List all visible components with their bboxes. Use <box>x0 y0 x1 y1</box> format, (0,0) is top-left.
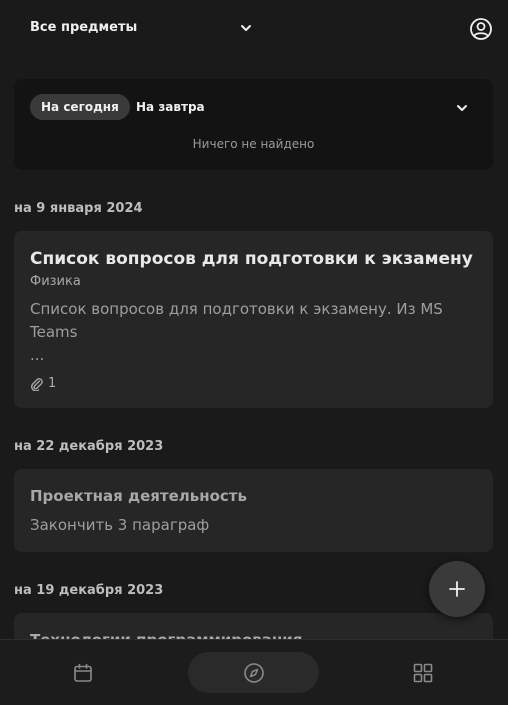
card-subject: Физика <box>30 274 81 289</box>
card-body: Закончить 3 параграф <box>30 516 210 534</box>
card-body-line: Список вопросов для подготовки к экзамен… <box>30 300 443 318</box>
subject-filter-dropdown[interactable]: Все предметы <box>30 20 252 35</box>
compass-icon <box>243 662 264 683</box>
grid-icon <box>413 663 433 682</box>
nav-calendar[interactable] <box>60 652 106 693</box>
homework-card[interactable]: Список вопросов для подготовки к экзамен… <box>14 231 493 408</box>
attachments-indicator: 1 <box>30 376 56 391</box>
card-body: Список вопросов для подготовки к экзамен… <box>30 298 470 367</box>
date-heading: на 9 января 2024 <box>14 201 143 216</box>
card-title: Проектная деятельность <box>30 487 247 505</box>
add-homework-button[interactable] <box>429 561 485 617</box>
tab-today[interactable]: На сегодня <box>30 94 130 120</box>
card-body-line: Teams <box>30 323 78 341</box>
attachments-count: 1 <box>48 376 57 391</box>
chevron-down-icon <box>241 24 251 31</box>
date-heading: на 22 декабря 2023 <box>14 439 164 454</box>
card-title: Список вопросов для подготовки к экзамен… <box>30 249 473 269</box>
paperclip-icon <box>31 377 43 391</box>
calendar-icon <box>74 663 92 682</box>
user-circle-icon[interactable] <box>469 17 493 41</box>
bottom-navigation <box>0 639 508 705</box>
empty-state-message: Ничего не найдено <box>192 137 315 151</box>
top-bar: Все предметы <box>0 0 508 62</box>
day-filter-panel: На сегодня На завтра Ничего не найдено <box>14 79 493 170</box>
nav-grid[interactable] <box>400 652 446 693</box>
chevron-down-icon[interactable] <box>456 102 468 114</box>
nav-compass[interactable] <box>188 652 319 693</box>
homework-card[interactable]: Проектная деятельность Закончить 3 параг… <box>14 469 493 552</box>
date-heading: на 19 декабря 2023 <box>14 583 164 598</box>
subject-filter-label: Все предметы <box>30 20 138 35</box>
plus-icon <box>449 581 465 597</box>
tab-tomorrow[interactable]: На завтра <box>136 94 205 120</box>
card-body-ellipsis: ... <box>30 346 45 364</box>
